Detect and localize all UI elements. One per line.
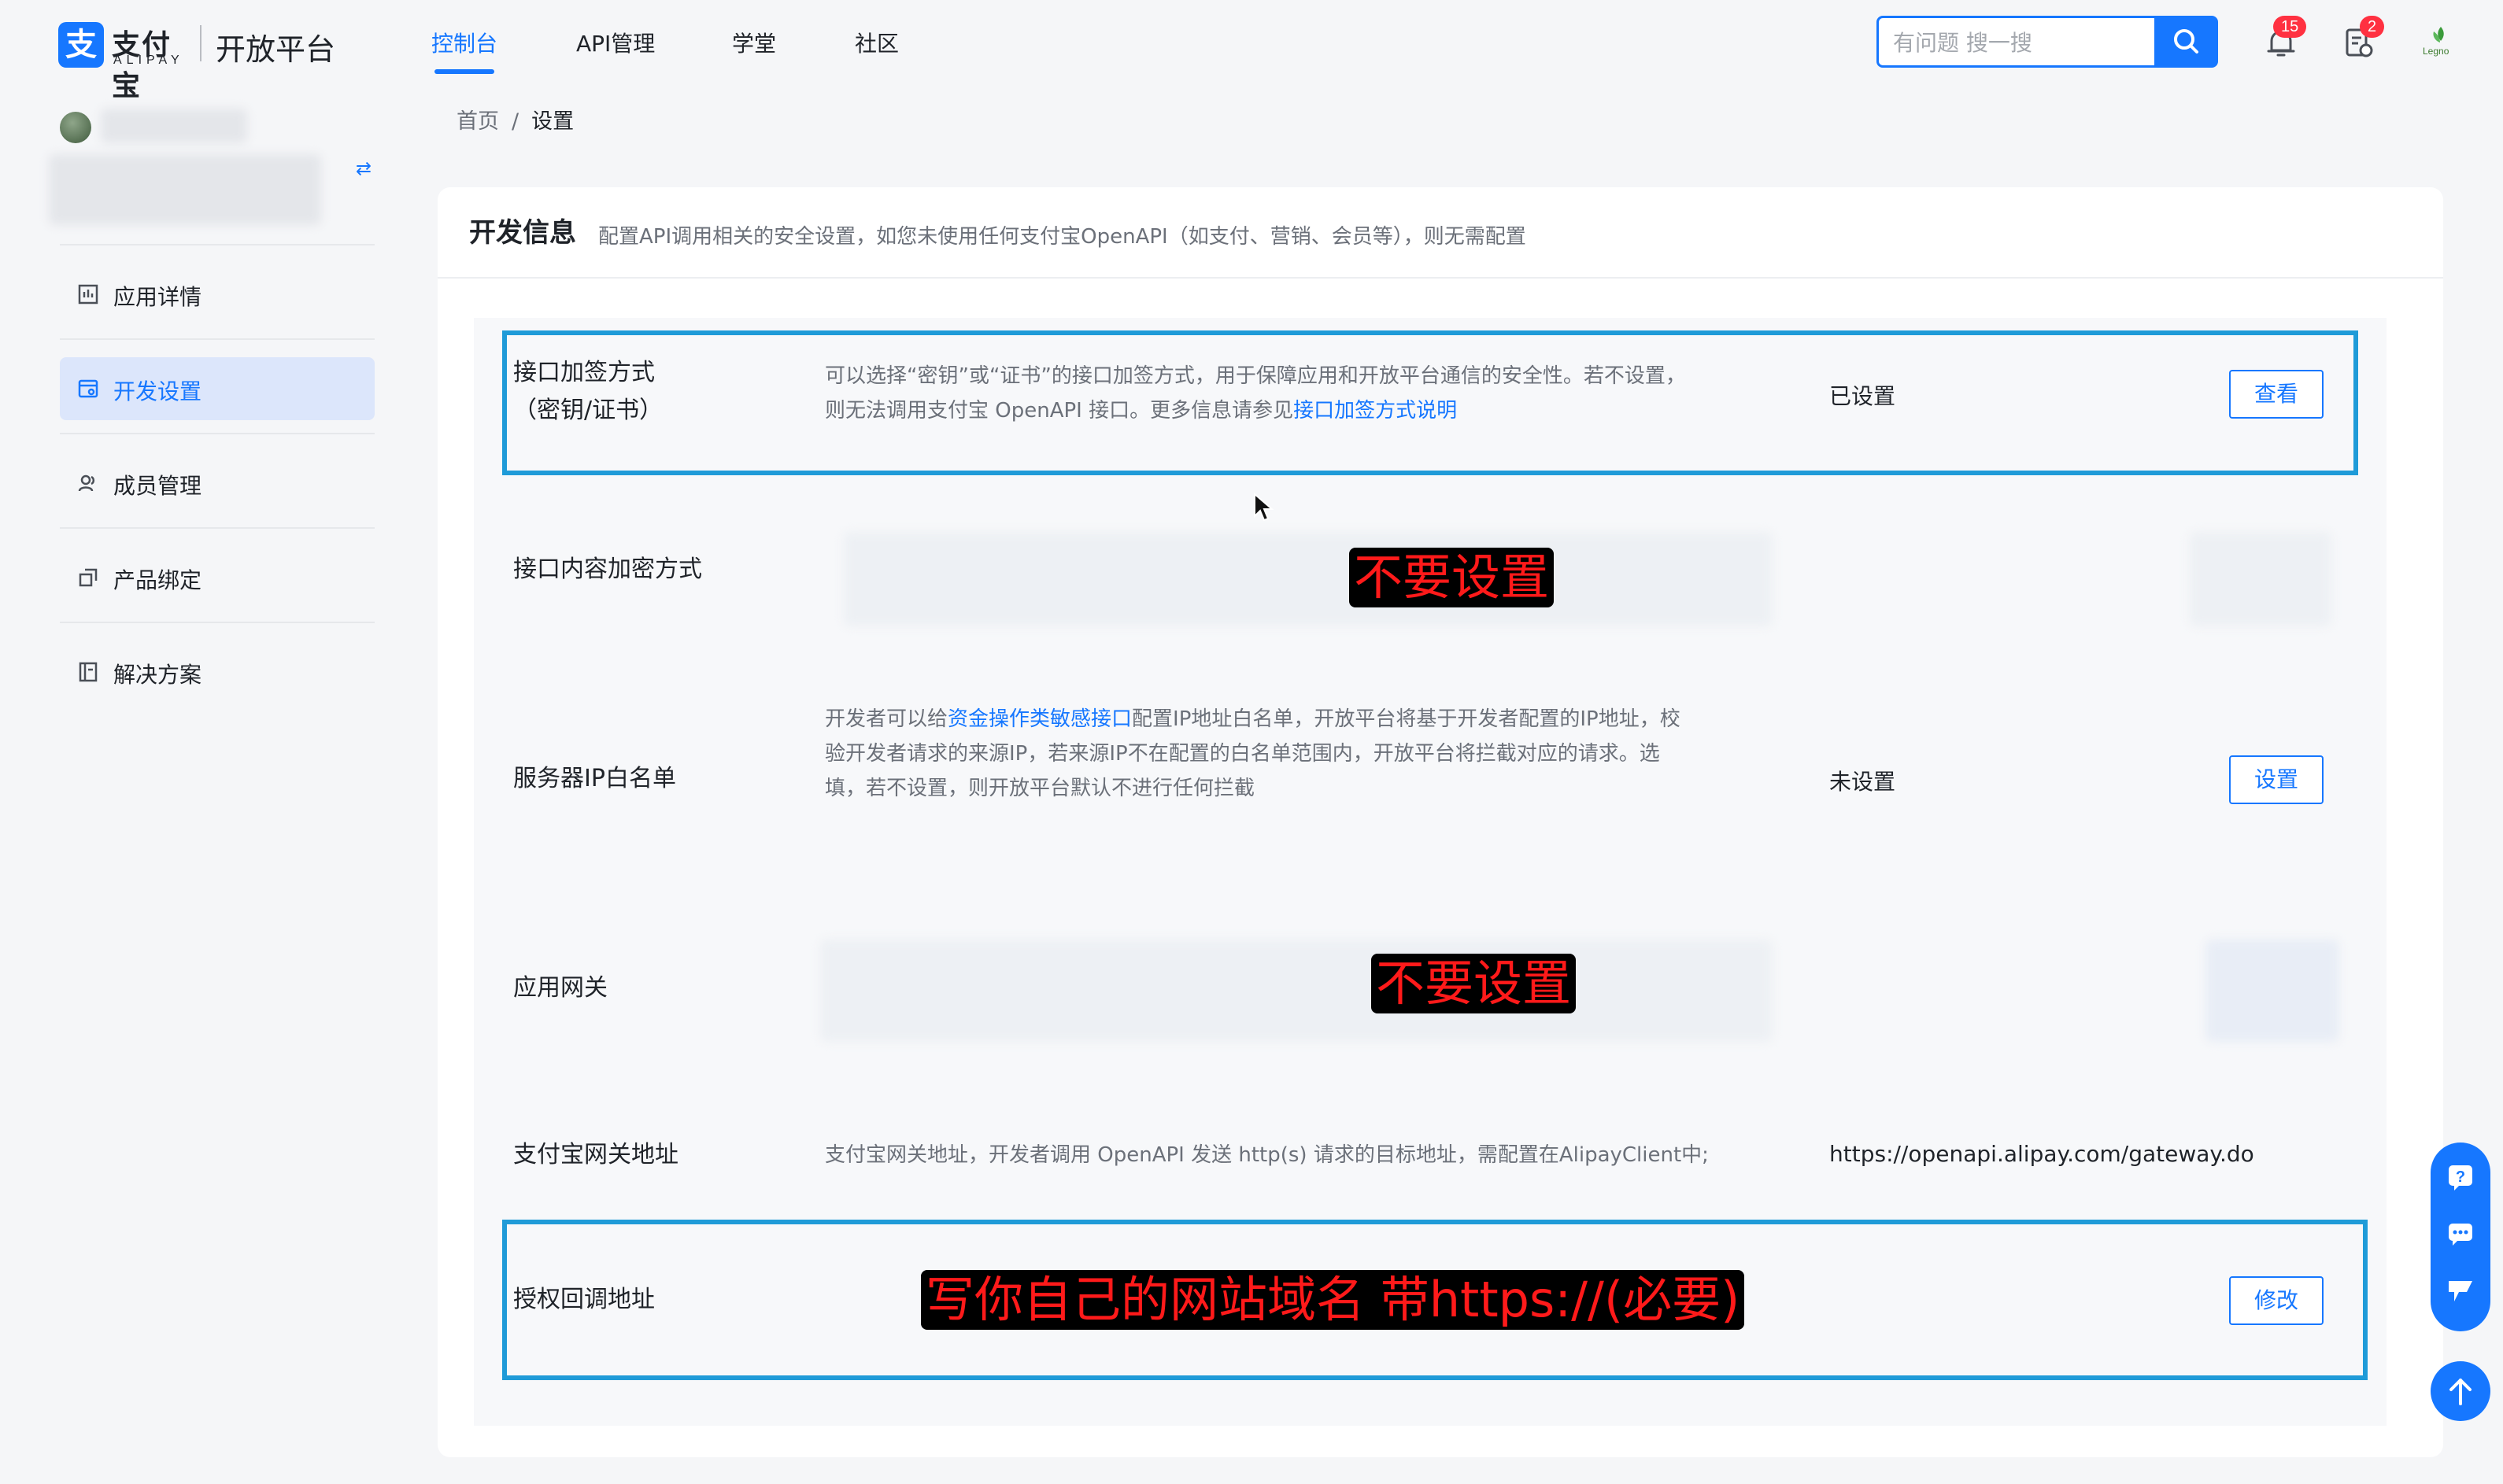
gateway-url: https://openapi.alipay.com/gateway.do bbox=[1829, 1141, 2254, 1167]
alipay-logo[interactable]: 支 支付宝 ALIPAY bbox=[58, 22, 200, 102]
search-box bbox=[1876, 16, 2157, 68]
app-id-redacted bbox=[49, 154, 321, 225]
redacted-button bbox=[2205, 939, 2339, 1042]
alipay-logo-en: ALIPAY bbox=[113, 54, 184, 67]
setting-description: 支付宝网关地址，开发者调用 OpenAPI 发送 http(s) 请求的目标地址… bbox=[825, 1143, 1709, 1167]
nav-active-indicator bbox=[434, 69, 494, 74]
breadcrumb-current: 设置 bbox=[531, 109, 575, 134]
sidebar-divider bbox=[60, 433, 375, 434]
nav-academy[interactable]: 学堂 bbox=[732, 27, 776, 58]
switch-app-icon[interactable]: ⇄ bbox=[356, 157, 372, 179]
setting-name: 支付宝网关地址 bbox=[513, 1141, 678, 1168]
nav-api-management[interactable]: API管理 bbox=[576, 27, 655, 58]
set-button[interactable]: 设置 bbox=[2229, 755, 2324, 804]
task-badge: 2 bbox=[2360, 16, 2385, 38]
setting-description: 开发者可以给资金操作类敏感接口配置IP地址白名单，开放平台将基于开发者配置的IP… bbox=[825, 707, 1680, 800]
solution-icon bbox=[79, 662, 98, 682]
product-bind-icon bbox=[79, 568, 98, 587]
notification-badge: 15 bbox=[2273, 16, 2307, 38]
breadcrumb: 首页 / 设置 bbox=[457, 104, 574, 135]
app-avatar bbox=[60, 112, 91, 143]
sidebar-item-solutions[interactable]: 解决方案 bbox=[60, 640, 375, 703]
sidebar-item-dev-settings[interactable]: 开发设置 bbox=[60, 357, 375, 420]
setting-status: 未设置 bbox=[1829, 769, 1896, 795]
svg-text:?: ? bbox=[2456, 1168, 2465, 1186]
help-icon[interactable]: ? bbox=[2446, 1163, 2475, 1191]
breadcrumb-home[interactable]: 首页 bbox=[457, 109, 499, 134]
floating-toolbar: ? bbox=[2431, 1143, 2490, 1331]
sidebar-item-product-binding[interactable]: 产品绑定 bbox=[60, 546, 375, 609]
settings-list: 接口加签方式 （密钥/证书） 可以选择“密钥”或“证书”的接口加签方式，用于保障… bbox=[474, 318, 2387, 1426]
sidebar-divider bbox=[60, 244, 375, 245]
setting-row-app-gateway: 应用网关 不要设置 bbox=[474, 916, 2387, 1058]
logo-divider bbox=[200, 25, 201, 61]
annotation-highlight-box bbox=[502, 330, 2358, 475]
top-header: 支 支付宝 ALIPAY 开放平台 控制台 API管理 学堂 社区 15 2 L… bbox=[0, 0, 2503, 102]
sidebar-item-members[interactable]: 成员管理 bbox=[60, 452, 375, 515]
setting-row-content-encryption: 接口内容加密方式 不要设置 bbox=[474, 515, 2387, 640]
feedback-icon[interactable] bbox=[2446, 1276, 2475, 1305]
settings-card-icon bbox=[78, 379, 98, 398]
user-avatar-text: Legno bbox=[2423, 46, 2449, 57]
sidebar: ⇄ 应用详情 开发设置 成员管理 产品绑定 解决方案 bbox=[0, 88, 409, 1484]
chat-icon[interactable] bbox=[2446, 1220, 2475, 1248]
members-icon bbox=[78, 474, 95, 492]
redacted-button bbox=[2190, 532, 2331, 626]
annotation-highlight-box bbox=[502, 1220, 2368, 1380]
annotation-label: 不要设置 bbox=[1371, 954, 1577, 1013]
redacted-content bbox=[820, 939, 1773, 1042]
search-icon bbox=[2174, 29, 2198, 54]
arrow-up-icon bbox=[2449, 1379, 2472, 1405]
search-input[interactable] bbox=[1893, 28, 2145, 57]
breadcrumb-separator: / bbox=[512, 109, 519, 134]
chart-icon bbox=[78, 284, 98, 305]
nav-community[interactable]: 社区 bbox=[855, 27, 899, 58]
mouse-cursor-icon bbox=[1254, 493, 1274, 522]
dev-info-card: 开发信息 配置API调用相关的安全设置，如您未使用任何支付宝OpenAPI（如支… bbox=[438, 187, 2443, 1457]
sidebar-item-label: 应用详情 bbox=[113, 284, 202, 310]
sensitive-api-link[interactable]: 资金操作类敏感接口 bbox=[948, 707, 1132, 731]
setting-row-ip-whitelist: 服务器IP白名单 开发者可以给资金操作类敏感接口配置IP地址白名单，开放平台将基… bbox=[474, 696, 2387, 869]
sidebar-item-label: 开发设置 bbox=[113, 378, 202, 404]
back-to-top-button[interactable] bbox=[2431, 1361, 2490, 1421]
setting-name: 接口内容加密方式 bbox=[513, 556, 702, 583]
setting-name: 服务器IP白名单 bbox=[513, 765, 676, 792]
setting-row-alipay-gateway: 支付宝网关地址 支付宝网关地址，开发者调用 OpenAPI 发送 http(s)… bbox=[474, 1105, 2387, 1207]
page-title: 开发信息 bbox=[469, 217, 576, 249]
sidebar-divider bbox=[60, 622, 375, 623]
alipay-logo-mark: 支 bbox=[58, 22, 104, 68]
search-button[interactable] bbox=[2155, 16, 2218, 68]
redacted-content bbox=[844, 532, 1773, 626]
sidebar-item-label: 产品绑定 bbox=[113, 567, 202, 593]
page-description: 配置API调用相关的安全设置，如您未使用任何支付宝OpenAPI（如支付、营销、… bbox=[598, 225, 1526, 249]
platform-name: 开放平台 bbox=[216, 32, 336, 67]
sidebar-divider bbox=[60, 527, 375, 529]
card-divider bbox=[438, 277, 2443, 279]
sidebar-divider bbox=[60, 338, 375, 340]
sidebar-item-label: 解决方案 bbox=[113, 662, 202, 688]
annotation-label: 不要设置 bbox=[1349, 548, 1555, 607]
sidebar-item-app-details[interactable]: 应用详情 bbox=[60, 263, 375, 326]
nav-console[interactable]: 控制台 bbox=[431, 27, 497, 58]
app-name-redacted bbox=[101, 109, 247, 143]
sidebar-item-label: 成员管理 bbox=[113, 473, 202, 499]
setting-name: 应用网关 bbox=[513, 974, 608, 1002]
